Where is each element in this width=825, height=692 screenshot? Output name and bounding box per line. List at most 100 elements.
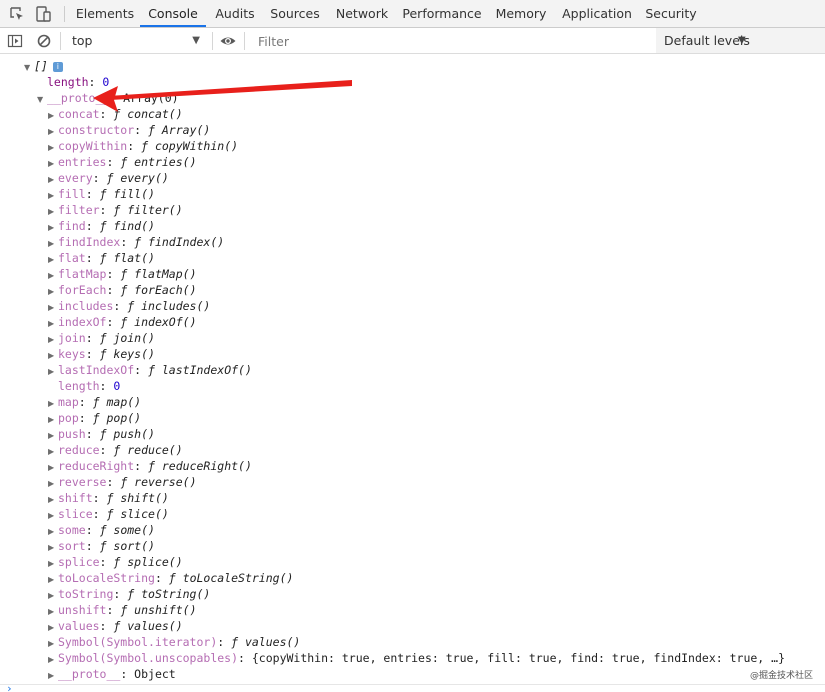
property-value: ƒ filter() [113,203,183,217]
property-value: ƒ toLocaleString() [168,571,294,585]
tab-performance[interactable]: Performance [400,0,484,27]
proto-method-row[interactable]: ▶ indexOf: ƒ indexOf() [48,314,197,330]
collapsed-triangle-icon[interactable]: ▶ [48,668,58,684]
log-levels-dropdown[interactable]: Default levels ▼ [656,28,825,53]
property-key: fill [58,187,86,201]
property-key: flat [58,251,86,265]
proto-method-row[interactable]: ▶ copyWithin: ƒ copyWithin() [48,138,238,154]
property-value: ƒ findIndex() [134,235,225,249]
property-value: ƒ splice() [113,555,183,569]
console-prompt-icon[interactable]: › [6,683,13,692]
property-value: 0 [113,379,121,393]
proto-method-row[interactable]: ▶ reduceRight: ƒ reduceRight() [48,458,252,474]
proto-method-row[interactable]: ▶ entries: ƒ entries() [48,154,197,170]
property-value: Object [134,667,176,681]
property-value: ƒ join() [99,331,155,345]
tab-sources[interactable]: Sources [266,0,324,27]
property-value: ƒ slice() [106,507,169,521]
proto-method-row[interactable]: ▶ findIndex: ƒ findIndex() [48,234,224,250]
property-value: ƒ push() [99,427,155,441]
property-key: slice [58,507,93,521]
expanded-triangle-icon[interactable]: ▼ [24,60,34,76]
toolbar-divider [60,32,61,50]
property-value: ƒ flatMap() [120,267,197,281]
proto-method-row[interactable]: ▶ constructor: ƒ Array() [48,122,210,138]
proto-method-row[interactable]: ▶ forEach: ƒ forEach() [48,282,197,298]
property-key: reverse [58,475,107,489]
proto-method-row[interactable]: ▶ toString: ƒ toString() [48,586,210,602]
proto-method-row[interactable]: ▶ some: ƒ some() [48,522,155,538]
proto-method-row[interactable]: ▶ flatMap: ƒ flatMap() [48,266,197,282]
chevron-down-icon: ▼ [192,35,200,46]
proto-method-row[interactable]: ▶ slice: ƒ slice() [48,506,169,522]
proto-method-row[interactable]: ▶ values: ƒ values() [48,618,183,634]
proto-key: __proto__ [47,91,110,105]
proto-method-row[interactable]: ▶ __proto__: Object [48,666,176,682]
log-levels-value: Default levels [664,33,750,48]
proto-method-row[interactable]: ▶ sort: ƒ sort() [48,538,155,554]
array-root-row[interactable]: ▼[] i [24,58,63,74]
context-selector-value: top [72,33,93,48]
property-value: ƒ lastIndexOf() [148,363,252,377]
tab-console[interactable]: Console [140,0,206,27]
tab-audits[interactable]: Audits [208,0,262,27]
proto-method-row[interactable]: ▶ map: ƒ map() [48,394,141,410]
console-toolbar: top ▼ Default levels ▼ [0,28,825,54]
console-output: ▼[] i length: 0 ▼ __proto__: Array(0) ▶ con… [0,54,825,692]
property-key: findIndex [58,235,121,249]
proto-method-row[interactable]: ▶ splice: ƒ splice() [48,554,183,570]
proto-method-row[interactable]: ▶ Symbol(Symbol.iterator): ƒ values() [48,634,300,650]
tab-security[interactable]: Security [642,0,700,27]
proto-method-row[interactable]: ▶ push: ƒ push() [48,426,155,442]
proto-method-row[interactable]: ▶ lastIndexOf: ƒ lastIndexOf() [48,362,252,378]
property-key: toLocaleString [58,571,155,585]
property-key: map [58,395,79,409]
tab-elements[interactable]: Elements [72,0,138,27]
property-key: entries [58,155,107,169]
length-row: length: 0 [47,75,110,89]
proto-method-row[interactable]: ▶ concat: ƒ concat() [48,106,183,122]
proto-method-row[interactable]: ▶ reverse: ƒ reverse() [48,474,197,490]
property-key: Symbol(Symbol.iterator) [58,635,218,649]
property-key: Symbol(Symbol.unscopables) [58,651,239,665]
proto-method-row[interactable]: ▶ flat: ƒ flat() [48,250,155,266]
proto-method-row[interactable]: ▶ keys: ƒ keys() [48,346,155,362]
filter-input[interactable] [250,31,655,51]
info-icon[interactable]: i [52,61,63,72]
proto-method-row[interactable]: ▶ pop: ƒ pop() [48,410,141,426]
proto-method-row[interactable]: ▶ join: ƒ join() [48,330,155,346]
inspect-element-icon[interactable] [8,5,26,23]
property-value: ƒ Array() [148,123,211,137]
clear-console-icon[interactable] [35,32,53,50]
proto-method-row[interactable]: ▶ unshift: ƒ unshift() [48,602,197,618]
device-toolbar-icon[interactable] [34,5,52,23]
proto-method-row[interactable]: ▶ every: ƒ every() [48,170,169,186]
property-key: some [58,523,86,537]
property-key: constructor [58,123,135,137]
tab-network[interactable]: Network [330,0,394,27]
proto-method-row[interactable]: ▶ filter: ƒ filter() [48,202,183,218]
property-key: __proto__ [58,667,121,681]
property-key: join [58,331,86,345]
proto-method-row[interactable]: ▶ reduce: ƒ reduce() [48,442,183,458]
tab-memory[interactable]: Memory [490,0,552,27]
proto-row[interactable]: ▼ __proto__: Array(0) [37,90,179,106]
proto-method-row[interactable]: ▶ includes: ƒ includes() [48,298,210,314]
expanded-triangle-icon[interactable]: ▼ [37,92,47,108]
property-key: keys [58,347,86,361]
proto-method-row[interactable]: ▶ toLocaleString: ƒ toLocaleString() [48,570,293,586]
property-key: filter [58,203,100,217]
proto-method-row[interactable]: ▶ Symbol(Symbol.unscopables): {copyWithin… [48,650,785,666]
property-key: splice [58,555,100,569]
proto-method-row[interactable]: ▶ shift: ƒ shift() [48,490,169,506]
eye-icon[interactable] [219,32,237,50]
property-key: concat [58,107,100,121]
property-value: ƒ values() [231,635,301,649]
tab-application[interactable]: Application [558,0,636,27]
sidebar-toggle-icon[interactable] [6,32,24,50]
proto-method-row[interactable]: ▶ fill: ƒ fill() [48,186,155,202]
proto-method-row[interactable]: ▶ find: ƒ find() [48,218,155,234]
property-key: find [58,219,86,233]
context-selector[interactable]: top ▼ [66,30,206,51]
property-key: reduceRight [58,459,135,473]
